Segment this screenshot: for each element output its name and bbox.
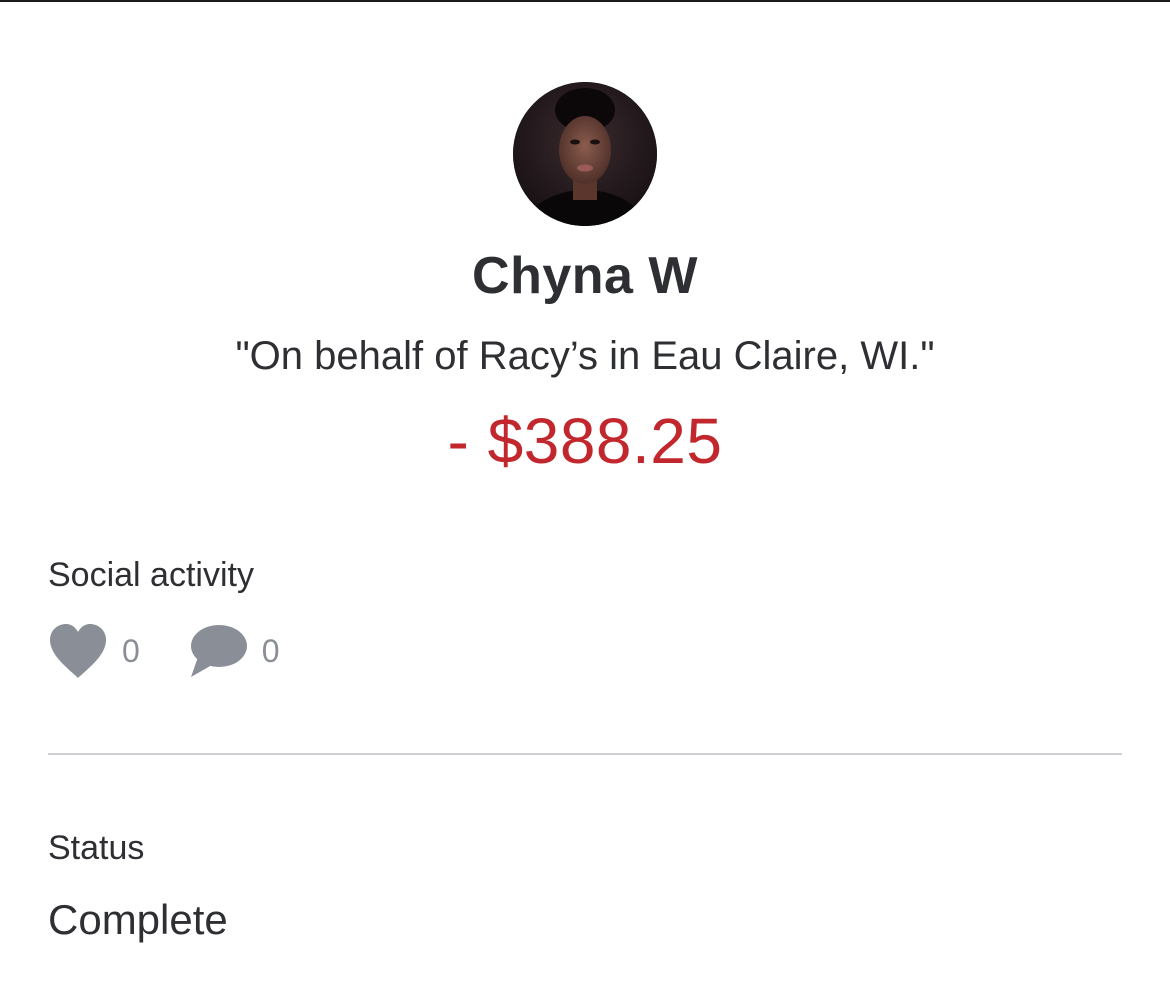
- section-divider: [48, 753, 1122, 755]
- payment-note: "On behalf of Racy’s in Eau Claire, WI.": [235, 334, 935, 378]
- avatar-image: [513, 82, 657, 226]
- like-button[interactable]: 0: [48, 622, 140, 680]
- payment-amount: - $388.25: [447, 405, 723, 477]
- avatar[interactable]: [513, 82, 657, 226]
- heart-icon: [50, 624, 106, 678]
- status-label: Status: [48, 829, 145, 867]
- social-activity-row: 0 0: [48, 622, 280, 680]
- comment-count: 0: [261, 632, 280, 669]
- status-value: Complete: [48, 896, 228, 943]
- comment-icon: [190, 625, 247, 677]
- comment-button[interactable]: 0: [188, 623, 280, 679]
- social-activity-label: Social activity: [48, 556, 254, 594]
- top-border: [0, 0, 1170, 2]
- payee-name: Chyna W: [472, 247, 698, 305]
- like-count: 0: [122, 632, 140, 669]
